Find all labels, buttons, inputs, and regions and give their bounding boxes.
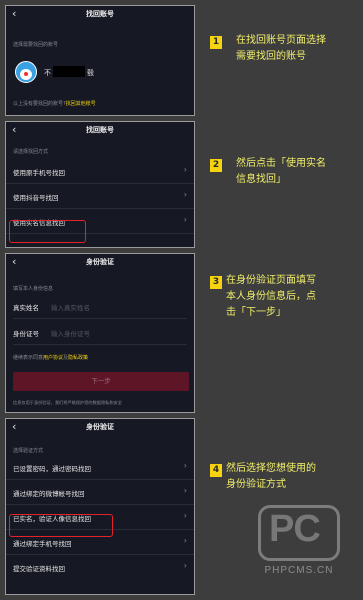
account-name-end: 毂 <box>87 69 94 77</box>
caption-line: 信息找回」 <box>236 174 286 185</box>
divider <box>13 318 187 319</box>
real-name-input[interactable]: 输入真实姓名 <box>51 302 90 312</box>
caption-line: 需要找回的账号 <box>236 51 306 62</box>
option-label: 使用抖音号找回 <box>13 194 59 202</box>
logo-box: PC <box>258 505 340 561</box>
agreement-text: 继续表示同意 <box>13 355 44 361</box>
top-bar: ‹ 找回账号 <box>6 122 194 140</box>
caption-line: 本人身份信息后，点 <box>226 291 316 302</box>
option-password[interactable]: 已设置密码，通过密码找回 › <box>6 455 194 480</box>
logo-site-name: PHPCMS.CN <box>264 565 334 576</box>
caption-line: 身份验证方式 <box>226 479 286 490</box>
screen-find-account: ‹ 找回账号 选择需要找回的账号 不 毂 以上没有要找回的账号?找回其他账号 <box>5 5 195 116</box>
real-name-label: 真实姓名 <box>13 304 39 312</box>
page-title: 找回账号 <box>86 10 114 18</box>
caption-line: 在身份验证页面填写 <box>226 275 316 286</box>
step-caption: 在身份验证页面填写 本人身份信息后，点 击「下一步」 <box>226 273 316 321</box>
step-number-badge: 3 <box>210 276 222 289</box>
logo-letters: PC <box>269 508 321 550</box>
id-number-label: 身份证号 <box>13 330 39 338</box>
option-label: 通过绑定的微博帐号找回 <box>13 490 85 498</box>
option-douyin-id[interactable]: 使用抖音号找回 › <box>6 184 194 209</box>
screen-recovery-method: ‹ 找回账号 请选择找回方式 使用原手机号找回 › 使用抖音号找回 › 使用实名… <box>5 121 195 248</box>
page-title: 身份验证 <box>86 423 114 431</box>
page-title: 找回账号 <box>86 126 114 134</box>
caption-line: 击「下一步」 <box>226 307 286 318</box>
chevron-right-icon: › <box>183 536 187 545</box>
id-number-input[interactable]: 输入身份证号 <box>51 328 90 338</box>
chevron-right-icon: › <box>183 190 187 199</box>
top-bar: ‹ 找回账号 <box>6 6 194 24</box>
step-number-badge: 2 <box>210 159 222 172</box>
step-caption: 在找回账号页面选择 需要找回的账号 <box>236 33 326 65</box>
screen-verify-method: ‹ 身份验证 选择验证方式 已设置密码，通过密码找回 › 通过绑定的微博帐号找回… <box>5 418 195 595</box>
identity-hint: 填写本人身份信息 <box>13 286 54 292</box>
redacted-name-block <box>53 66 85 77</box>
chevron-right-icon: › <box>183 561 187 570</box>
screen-identity-verify: ‹ 身份验证 填写本人身份信息 真实姓名 输入真实姓名 身份证号 输入身份证号 … <box>5 253 195 413</box>
chevron-right-icon: › <box>183 165 187 174</box>
top-bar: ‹ 身份验证 <box>6 419 194 437</box>
user-agreement-link[interactable]: 用户协议 <box>43 355 63 361</box>
highlight-box <box>9 514 113 537</box>
step-caption: 然后选择您想使用的 身份验证方式 <box>226 461 316 493</box>
caption-line: 在找回账号页面选择 <box>236 35 326 46</box>
top-bar: ‹ 身份验证 <box>6 254 194 272</box>
option-label: 已设置密码，通过密码找回 <box>13 465 91 473</box>
highlight-box <box>9 220 86 243</box>
step-caption: 然后点击「使用实名 信息找回」 <box>236 156 326 188</box>
option-label: 提交验证资料找回 <box>13 565 65 573</box>
account-name-start: 不 <box>44 69 51 77</box>
option-label: 使用原手机号找回 <box>13 169 65 177</box>
chevron-right-icon: › <box>183 486 187 495</box>
step-number-badge: 4 <box>210 464 222 477</box>
chevron-right-icon: › <box>183 461 187 470</box>
divider <box>13 344 187 345</box>
option-original-phone[interactable]: 使用原手机号找回 › <box>6 159 194 184</box>
other-account-footer: 以上没有要找回的账号?找回其他账号 <box>13 100 96 107</box>
option-label: 通过绑定手机号找回 <box>13 540 72 548</box>
option-weibo[interactable]: 通过绑定的微博帐号找回 › <box>6 480 194 505</box>
step-number-badge: 1 <box>210 36 222 49</box>
find-other-account-link[interactable]: 找回其他账号 <box>66 101 96 107</box>
chevron-right-icon: › <box>183 215 187 224</box>
footer-text: 以上没有要找回的账号? <box>13 101 66 107</box>
next-step-button[interactable]: 下一步 <box>13 372 189 391</box>
avatar <box>15 61 37 83</box>
caption-line: 然后点击「使用实名 <box>236 158 326 169</box>
verify-method-hint: 选择验证方式 <box>13 448 44 454</box>
privacy-note: 信息仅用于身份验证，我们将严格保护您的数据隐私和安全 <box>13 400 122 405</box>
chevron-right-icon: › <box>183 511 187 520</box>
page-title: 身份验证 <box>86 258 114 266</box>
agreement-line: 继续表示同意用户协议及隐私政策 <box>13 354 88 361</box>
privacy-policy-link[interactable]: 隐私政策 <box>68 355 88 361</box>
option-submit-docs[interactable]: 提交验证资料找回 › <box>6 555 194 580</box>
method-hint: 请选择找回方式 <box>13 149 49 155</box>
caption-line: 然后选择您想使用的 <box>226 463 316 474</box>
select-account-hint: 选择需要找回的账号 <box>13 42 59 48</box>
watermark-logo: PC PHPCMS.CN <box>258 505 340 576</box>
